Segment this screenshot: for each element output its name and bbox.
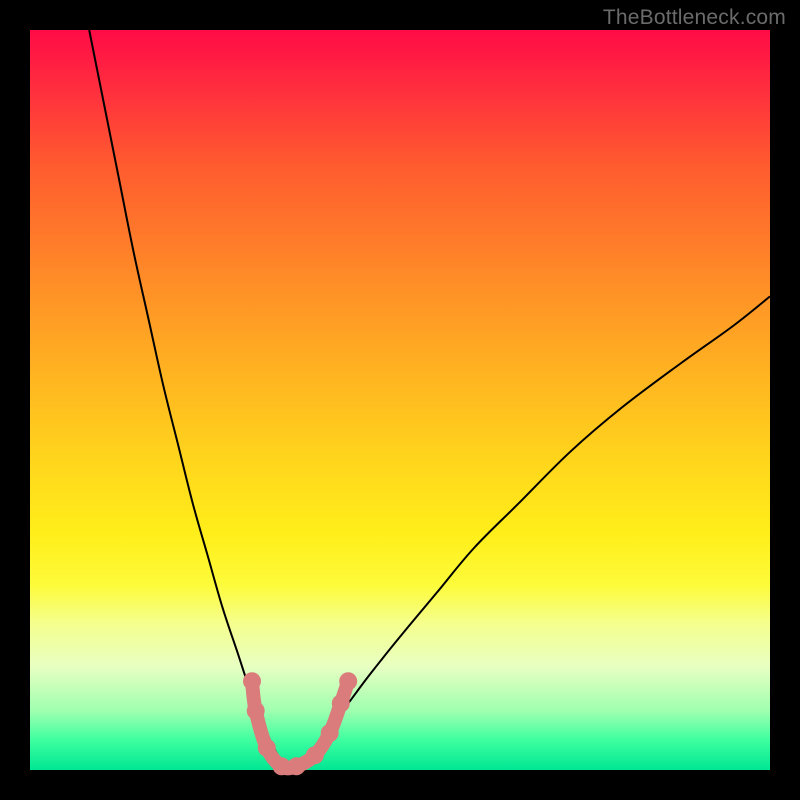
marker-dot xyxy=(306,746,324,764)
curve-right-branch xyxy=(289,296,770,770)
marker-dot xyxy=(332,694,350,712)
marker-dot xyxy=(321,724,339,742)
marker-dot xyxy=(243,672,261,690)
watermark-text: TheBottleneck.com xyxy=(603,6,786,30)
marker-dot xyxy=(287,757,305,775)
marker-dot xyxy=(247,702,265,720)
curve-left-branch xyxy=(89,30,289,770)
marker-dot xyxy=(258,739,276,757)
marker-dot xyxy=(339,672,357,690)
curve-plot xyxy=(30,30,770,770)
